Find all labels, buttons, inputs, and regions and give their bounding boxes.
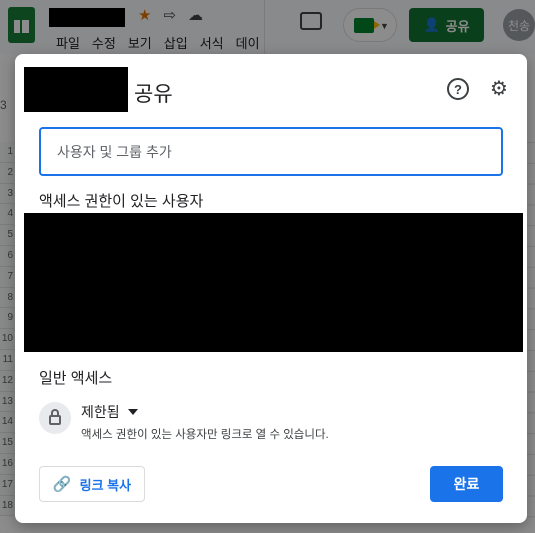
lock-body [49, 415, 61, 425]
link-icon: 🔗 [52, 476, 72, 493]
chevron-down-icon [127, 409, 138, 415]
access-level-label: 제한됨 [81, 404, 120, 420]
access-level-dropdown[interactable]: 제한됨 [81, 402, 138, 422]
people-with-access-heading: 액세스 권한이 있는 사용자 [39, 193, 204, 210]
people-list-redacted [24, 213, 523, 352]
copy-link-label: 링크 복사 [79, 477, 132, 493]
general-access-heading: 일반 액세스 [39, 370, 113, 387]
gear-icon[interactable]: ⚙ [487, 76, 511, 100]
help-icon[interactable]: ? [447, 78, 469, 100]
copy-link-button[interactable]: 🔗 링크 복사 [39, 466, 145, 502]
lock-icon [39, 402, 71, 434]
done-button[interactable]: 완료 [430, 466, 503, 502]
document-name-redacted [24, 67, 128, 112]
dialog-header: 공유 ? ⚙ [15, 54, 527, 126]
dialog-title: 공유 [134, 83, 173, 106]
add-people-input[interactable] [39, 127, 503, 176]
access-description: 액세스 권한이 있는 사용자만 링크로 열 수 있습니다. [81, 429, 329, 441]
share-dialog: 공유 ? ⚙ 액세스 권한이 있는 사용자 일반 액세스 제한됨 액세스 권한이… [15, 54, 527, 523]
